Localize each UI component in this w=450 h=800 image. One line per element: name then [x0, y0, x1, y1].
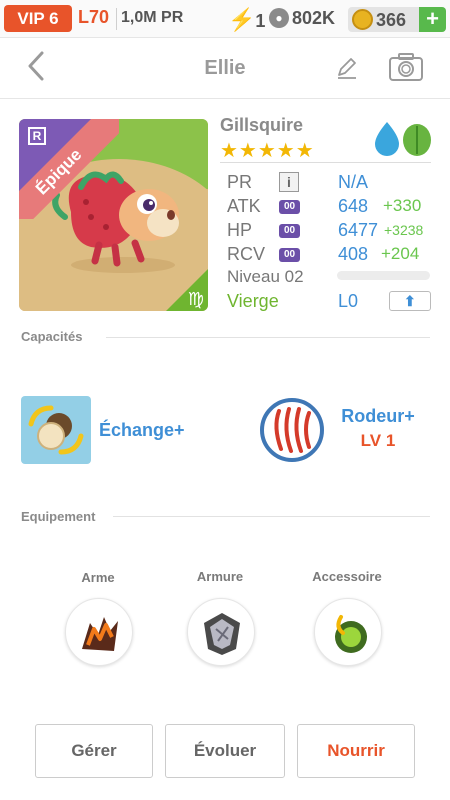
hp-label: HP: [227, 220, 253, 240]
rcv-bonus: +204: [381, 244, 420, 263]
lightning-icon: ⚡: [228, 7, 256, 32]
coin-icon: [352, 9, 373, 30]
ability-prowler-label[interactable]: Rodeur+: [337, 406, 419, 427]
upgrade-button[interactable]: ⬆: [389, 291, 431, 311]
xp-progress-bar: [337, 271, 430, 280]
add-coins-button[interactable]: +: [419, 7, 446, 32]
equipment-section-title: Equipement: [21, 509, 96, 524]
camera-button[interactable]: [388, 52, 424, 82]
rcv-value: 408: [338, 244, 369, 264]
atk-value: 648: [338, 196, 369, 216]
page-title: Ellie: [204, 57, 246, 79]
hp-bonus: +3238: [384, 222, 424, 238]
arrow-up-icon: ⬆: [404, 293, 416, 309]
pencil-icon: [338, 58, 356, 79]
water-element-icon: [375, 122, 399, 156]
manage-button[interactable]: Gérer: [35, 724, 153, 778]
ability-prowler-level: LV 1: [360, 431, 396, 450]
stone-armor-icon: [204, 613, 240, 655]
coin-value: 366: [376, 10, 407, 30]
prowler-ability-icon[interactable]: [259, 397, 325, 463]
divider: [220, 162, 431, 163]
ability-swap-label[interactable]: Échange+: [99, 420, 185, 441]
paw-icon: ●: [269, 8, 289, 28]
coin-currency[interactable]: 366 +: [348, 7, 446, 32]
abilities-section-title: Capacités: [21, 329, 83, 344]
limit-break-level: L0: [338, 291, 359, 311]
claw-marks-icon: [260, 398, 324, 462]
pr-value: N/A: [338, 172, 369, 192]
zodiac-name: Vierge: [227, 291, 279, 311]
divider: [106, 337, 430, 338]
weapon-slot-label: Arme: [81, 570, 115, 585]
virgo-zodiac-icon: ♍: [166, 269, 208, 311]
hp-boost-tag: 00: [279, 224, 300, 238]
evolve-button[interactable]: Évoluer: [165, 724, 285, 778]
energy-value: 1: [255, 11, 266, 31]
vip-badge[interactable]: VIP 6: [4, 5, 72, 32]
star-rating: ★★★★★: [220, 140, 315, 162]
pr-info-button[interactable]: i: [279, 172, 299, 192]
paw-currency[interactable]: ● 802K: [269, 8, 335, 29]
atk-label: ATK: [227, 196, 261, 216]
armor-slot[interactable]: [187, 598, 255, 666]
rcv-boost-tag: 00: [279, 248, 300, 262]
camera-icon: [389, 53, 423, 81]
swap-ability-icon[interactable]: [21, 396, 91, 464]
feed-button[interactable]: Nourrir: [297, 724, 415, 778]
pet-level-label: Niveau 02: [227, 267, 304, 286]
atk-boost-tag: 00: [279, 200, 300, 214]
player-power-rating: 1,0M PR: [121, 9, 184, 26]
accessory-slot[interactable]: [314, 598, 382, 666]
status-bar: VIP 6 L70 1,0M PR ⚡1 ● 802K 366 +: [0, 0, 450, 38]
element-icons: [375, 122, 431, 156]
swap-arrows-icon: [28, 405, 84, 455]
pet-species-name: Gillsquire: [220, 115, 304, 135]
lava-claw-weapon-icon: [82, 617, 118, 651]
rcv-label: RCV: [227, 244, 266, 264]
pet-portrait[interactable]: Épique R ♍: [19, 119, 208, 311]
player-level: L70: [78, 7, 110, 27]
hp-value: 6477: [338, 220, 379, 240]
header: Ellie: [0, 39, 450, 99]
accessory-slot-label: Accessoire: [312, 569, 382, 584]
pr-label: PR: [227, 172, 253, 192]
divider: [113, 516, 430, 517]
atk-bonus: +330: [383, 196, 422, 215]
green-gem-accessory-icon: [335, 615, 367, 653]
armor-slot-label: Armure: [196, 569, 244, 584]
edit-name-button[interactable]: [334, 55, 360, 81]
weapon-slot[interactable]: [65, 598, 133, 666]
paw-value: 802K: [292, 8, 336, 28]
divider: [116, 8, 117, 30]
energy-counter[interactable]: ⚡1: [228, 7, 265, 33]
svg-text:♍: ♍: [188, 289, 204, 310]
rarity-r-badge: R: [28, 127, 46, 145]
